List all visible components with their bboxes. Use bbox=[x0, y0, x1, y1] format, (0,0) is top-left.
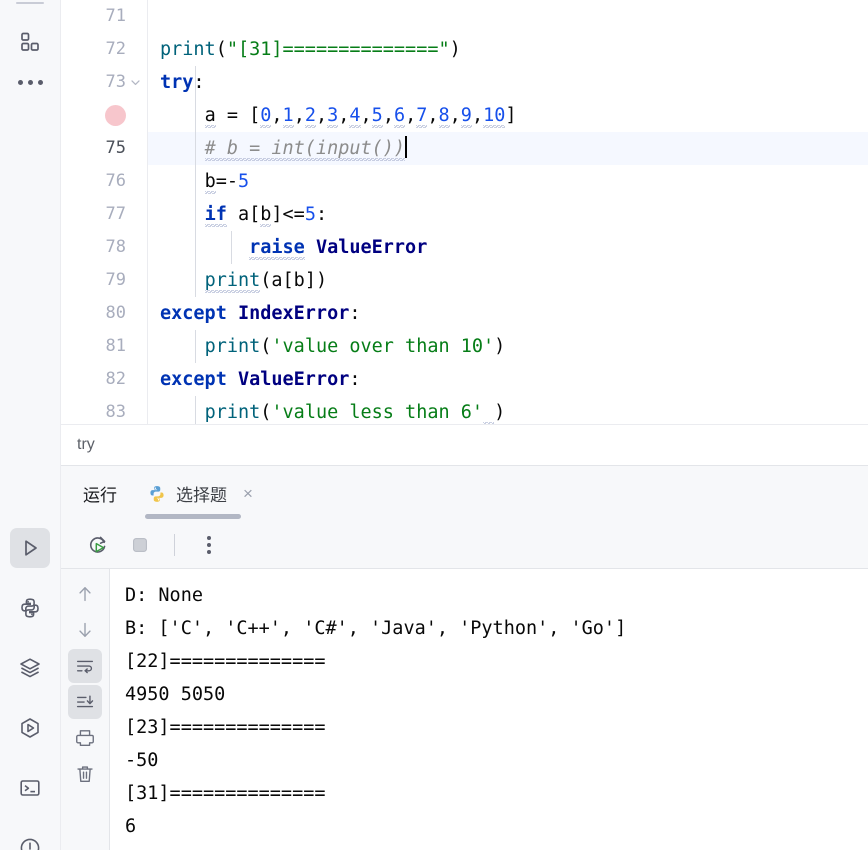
line-number: 80 bbox=[105, 303, 126, 323]
clear-all-button[interactable] bbox=[68, 757, 102, 791]
sidebar-item-run[interactable] bbox=[10, 528, 50, 568]
scroll-to-end-button[interactable] bbox=[68, 685, 102, 719]
console-line: D: None bbox=[125, 585, 203, 606]
code-line-current[interactable]: # b = int(input()) bbox=[148, 132, 868, 165]
editor-gutter[interactable]: 71 72 73 75 76 77 78 79 80 81 82 83 bbox=[61, 0, 148, 424]
code-line[interactable]: a = [0,1,2,3,4,5,6,7,8,9,10] bbox=[148, 99, 868, 132]
more-actions-button[interactable] bbox=[192, 528, 226, 562]
code-line[interactable] bbox=[148, 0, 868, 33]
code-line[interactable]: print("[31]==============") bbox=[148, 33, 868, 66]
line-number: 77 bbox=[105, 204, 126, 224]
sidebar-item-problems[interactable] bbox=[10, 828, 50, 850]
rerun-button[interactable] bbox=[81, 528, 115, 562]
run-window-title: 运行 bbox=[83, 486, 117, 505]
run-tool-window: 运行 选择题 × D: None B: ['C', 'C++', 'C#', '… bbox=[61, 465, 868, 850]
run-window-toolbar bbox=[61, 521, 868, 569]
code-editor[interactable]: 71 72 73 75 76 77 78 79 80 81 82 83 prin… bbox=[61, 0, 868, 424]
more-options-icon[interactable] bbox=[10, 62, 50, 102]
previous-occurrence-button[interactable] bbox=[68, 577, 102, 611]
sidebar-item-services[interactable] bbox=[10, 648, 50, 688]
more-options-dots bbox=[17, 62, 43, 102]
run-window-header: 运行 选择题 × bbox=[61, 465, 868, 521]
gutter-row: 81 bbox=[61, 330, 148, 363]
breadcrumb[interactable]: try bbox=[61, 424, 868, 465]
console-line: 6 bbox=[125, 816, 137, 837]
next-occurrence-button[interactable] bbox=[68, 613, 102, 647]
gutter-row-breakpoint bbox=[61, 99, 148, 132]
text-caret bbox=[405, 136, 408, 158]
line-number: 82 bbox=[105, 369, 126, 389]
gutter-row: 71 bbox=[61, 0, 148, 33]
main-column: 71 72 73 75 76 77 78 79 80 81 82 83 prin… bbox=[61, 0, 868, 850]
console-line: 4950 5050 bbox=[125, 684, 226, 705]
sidebar-item-python-console[interactable] bbox=[10, 588, 50, 628]
sidebar-item-python-packages[interactable] bbox=[10, 708, 50, 748]
line-number: 73 bbox=[105, 72, 126, 92]
console-line: [23]============== bbox=[125, 717, 326, 738]
print-button[interactable] bbox=[68, 721, 102, 755]
code-line[interactable]: try: bbox=[148, 66, 868, 99]
code-line[interactable]: print('value over than 10') bbox=[148, 330, 868, 363]
console-line: -50 bbox=[125, 750, 159, 771]
gutter-row: 80 bbox=[61, 297, 148, 330]
line-number: 76 bbox=[105, 171, 126, 191]
soft-wrap-button[interactable] bbox=[68, 649, 102, 683]
gutter-row: 77 bbox=[61, 198, 148, 231]
breakpoint-icon[interactable] bbox=[105, 105, 126, 126]
console-line: B: ['C', 'C++', 'C#', 'Java', 'Python', … bbox=[125, 618, 627, 639]
breadcrumb-item[interactable]: try bbox=[77, 436, 95, 454]
console-side-toolbar bbox=[61, 569, 110, 850]
line-number: 83 bbox=[105, 402, 126, 422]
line-number: 78 bbox=[105, 237, 126, 257]
tab-active-underline bbox=[145, 513, 241, 519]
console-line: [22]============== bbox=[125, 651, 326, 672]
line-number: 72 bbox=[105, 39, 126, 59]
gutter-row: 79 bbox=[61, 264, 148, 297]
code-text-area[interactable]: print("[31]==============") try: a = [0,… bbox=[148, 0, 868, 424]
gutter-row: 82 bbox=[61, 363, 148, 396]
close-icon[interactable]: × bbox=[243, 484, 253, 504]
tab-run-configuration[interactable]: 选择题 × bbox=[145, 466, 255, 522]
toolbar-separator bbox=[174, 533, 175, 556]
line-number: 81 bbox=[105, 336, 126, 356]
gutter-row: 76 bbox=[61, 165, 148, 198]
activity-bar-divider bbox=[16, 2, 44, 4]
code-line[interactable]: print('value less than 6' ) bbox=[148, 396, 868, 424]
code-line[interactable]: print(a[b]) bbox=[148, 264, 868, 297]
sidebar-item-terminal[interactable] bbox=[10, 768, 50, 808]
activity-bar-lower-group bbox=[10, 528, 50, 850]
fold-chevron-down-icon[interactable] bbox=[130, 66, 144, 99]
line-number: 71 bbox=[105, 6, 126, 26]
gutter-row: 73 bbox=[61, 66, 148, 99]
gutter-row: 83 bbox=[61, 396, 148, 424]
code-line[interactable]: except ValueError: bbox=[148, 363, 868, 396]
gutter-separator bbox=[147, 0, 148, 424]
code-line[interactable]: raise ValueError bbox=[148, 231, 868, 264]
activity-bar bbox=[0, 0, 61, 850]
code-line[interactable]: except IndexError: bbox=[148, 297, 868, 330]
python-file-icon bbox=[147, 484, 167, 504]
code-line[interactable]: if a[b]<=5: bbox=[148, 198, 868, 231]
more-actions-dots bbox=[207, 535, 211, 554]
tab-label: 选择题 bbox=[176, 486, 227, 505]
line-number: 79 bbox=[105, 270, 126, 290]
console-area: D: None B: ['C', 'C++', 'C#', 'Java', 'P… bbox=[61, 569, 868, 850]
ide-window: 71 72 73 75 76 77 78 79 80 81 82 83 prin… bbox=[0, 0, 868, 850]
gutter-row: 72 bbox=[61, 33, 148, 66]
line-number: 75 bbox=[105, 138, 126, 158]
gutter-row: 75 bbox=[61, 132, 148, 165]
structure-icon[interactable] bbox=[10, 22, 50, 62]
code-line[interactable]: b=-5 bbox=[148, 165, 868, 198]
console-output[interactable]: D: None B: ['C', 'C++', 'C#', 'Java', 'P… bbox=[110, 569, 868, 850]
stop-button[interactable] bbox=[123, 528, 157, 562]
console-line: [31]============== bbox=[125, 783, 326, 804]
gutter-row: 78 bbox=[61, 231, 148, 264]
